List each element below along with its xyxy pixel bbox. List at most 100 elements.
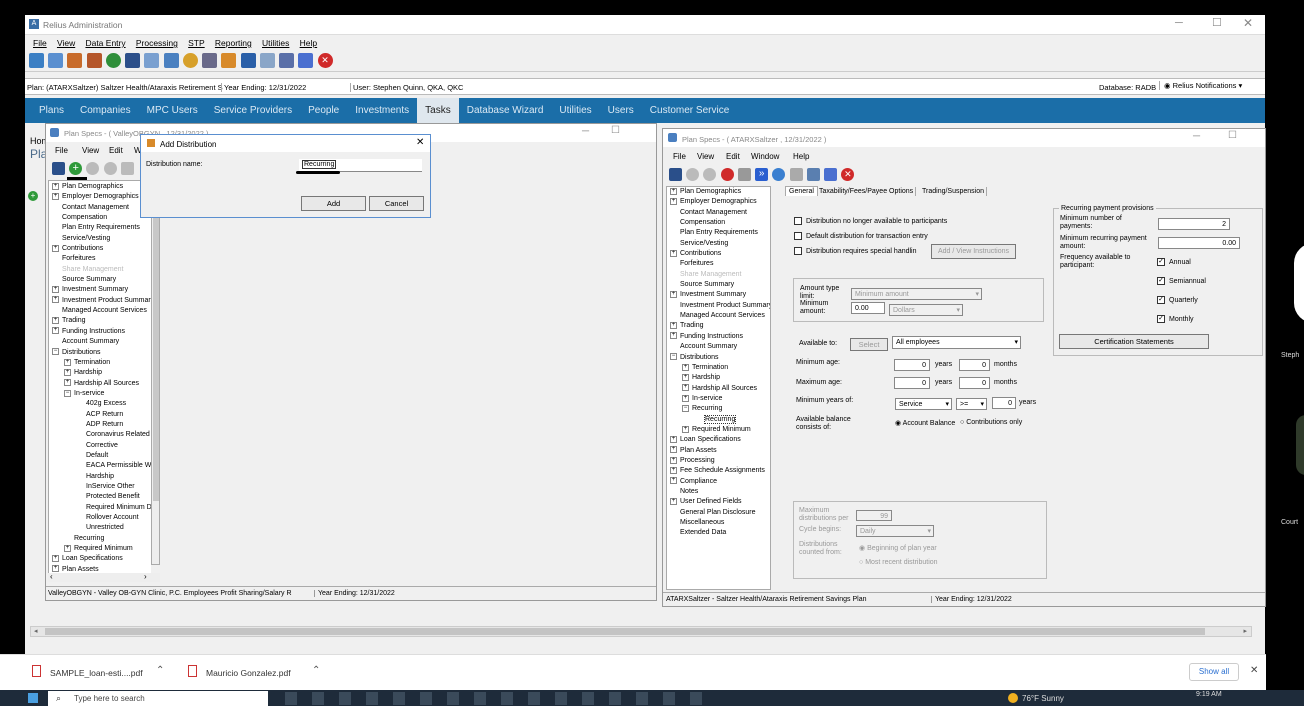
- min-age-years-input[interactable]: 0: [894, 359, 930, 371]
- pen-icon[interactable]: [824, 168, 838, 181]
- minimum-amount-input[interactable]: 0.00: [851, 302, 885, 314]
- dialog-cancel-button[interactable]: Cancel: [369, 196, 424, 211]
- left-tree-item[interactable]: + Loan Specifications: [49, 554, 151, 564]
- left-menu-edit[interactable]: Edit: [109, 146, 123, 155]
- calendar-tool-icon[interactable]: [144, 53, 160, 68]
- download-item-2[interactable]: Mauricio Gonzalez.pdf ⌃: [188, 665, 328, 681]
- expand-icon[interactable]: +: [670, 198, 677, 205]
- expand-icon[interactable]: +: [670, 187, 677, 195]
- expand-icon[interactable]: +: [670, 291, 677, 299]
- menu-stp[interactable]: STP: [188, 36, 205, 50]
- left-tree-item[interactable]: Rollover Account: [49, 513, 151, 523]
- search-tool-icon[interactable]: [29, 53, 44, 68]
- right-tree-item[interactable]: Account Summary: [667, 342, 770, 352]
- left-maximize-icon[interactable]: ☐: [611, 125, 620, 136]
- cb-special-handling-box[interactable]: [794, 247, 802, 255]
- add-icon[interactable]: +: [69, 162, 83, 175]
- globe-icon[interactable]: [772, 168, 786, 181]
- right-menu-help[interactable]: Help: [793, 152, 809, 161]
- nav-investments[interactable]: Investments: [347, 98, 417, 123]
- right-tree-item[interactable]: Compensation: [667, 218, 770, 228]
- nav-people[interactable]: People: [300, 98, 347, 123]
- left-tree-item[interactable]: + Funding Instructions: [49, 327, 151, 337]
- left-tree-item[interactable]: 402g Excess: [49, 399, 151, 409]
- certification-statements-button[interactable]: Certification Statements: [1059, 334, 1209, 349]
- expand-icon[interactable]: +: [64, 368, 71, 376]
- left-tree-item[interactable]: + Investment Summary: [49, 285, 151, 295]
- dialog-close-icon[interactable]: ✕: [416, 137, 424, 148]
- amount-type-select[interactable]: Minimum amount ▾: [851, 288, 982, 300]
- freq-annual[interactable]: ✓ Annual: [1157, 258, 1191, 266]
- expand-icon[interactable]: +: [52, 296, 59, 304]
- collapse-icon[interactable]: −: [64, 389, 71, 397]
- menu-utilities[interactable]: Utilities: [262, 36, 289, 50]
- right-back-icon[interactable]: [703, 168, 717, 181]
- tab-general[interactable]: General: [785, 186, 818, 196]
- min-years-op-select[interactable]: >= ▾: [956, 398, 987, 410]
- right-tree-item[interactable]: + Funding Instructions: [667, 332, 770, 342]
- right-remove-icon[interactable]: [720, 168, 734, 181]
- freq-monthly[interactable]: ✓ Monthly: [1157, 315, 1194, 323]
- collapse-icon[interactable]: −: [52, 348, 59, 356]
- tools-tool-icon[interactable]: [202, 53, 218, 68]
- taskbar-app-icons[interactable]: [285, 692, 715, 705]
- left-minimize-icon[interactable]: ─: [582, 126, 589, 137]
- min-age-months-input[interactable]: 0: [959, 359, 990, 371]
- right-tree-item[interactable]: Share Management: [667, 270, 770, 280]
- left-tree-item[interactable]: Service/Vesting: [49, 234, 151, 244]
- left-tree-item[interactable]: Corrective: [49, 441, 151, 451]
- menu-help[interactable]: Help: [300, 36, 317, 50]
- download-chevron-2[interactable]: ⌃: [312, 665, 320, 676]
- left-tree-item[interactable]: + Trading: [49, 316, 151, 326]
- select-button[interactable]: Select: [850, 338, 888, 351]
- right-tree-item[interactable]: + Processing: [667, 456, 770, 466]
- right-tree-item[interactable]: Source Summary: [667, 280, 770, 290]
- nav-database-wizard[interactable]: Database Wizard: [459, 98, 552, 123]
- expand-icon[interactable]: +: [52, 244, 59, 252]
- expand-icon[interactable]: +: [670, 332, 677, 340]
- left-tree-item[interactable]: + Investment Product Summary: [49, 296, 151, 306]
- left-tree-item[interactable]: Default: [49, 451, 151, 461]
- expand-icon[interactable]: +: [52, 317, 59, 325]
- left-tree-item[interactable]: ACP Return: [49, 410, 151, 420]
- left-tree-item[interactable]: + Plan Demographics: [49, 182, 151, 192]
- right-tree-item[interactable]: Investment Product Summary: [667, 301, 770, 311]
- right-tree-item[interactable]: + Compliance: [667, 477, 770, 487]
- menu-processing[interactable]: Processing: [136, 36, 178, 50]
- chart-tool-icon[interactable]: [182, 53, 198, 68]
- expand-icon[interactable]: +: [682, 425, 689, 433]
- expand-icon[interactable]: +: [52, 193, 59, 200]
- delete-icon[interactable]: [120, 162, 134, 175]
- min-years-type-select[interactable]: Service ▾: [895, 398, 952, 410]
- right-minimize-icon[interactable]: ─: [1193, 131, 1200, 142]
- download-chevron-1[interactable]: ⌃: [156, 665, 164, 676]
- right-tree-item[interactable]: + Employer Demographics: [667, 197, 770, 207]
- right-tree-item[interactable]: Forfeitures: [667, 259, 770, 269]
- left-tree-item[interactable]: Compensation: [49, 213, 151, 223]
- monitor-tool-icon[interactable]: [163, 53, 179, 68]
- freq-annual-box[interactable]: ✓: [1157, 258, 1165, 266]
- left-tree-scrollbar[interactable]: [151, 180, 160, 565]
- pen-tool-icon[interactable]: [298, 53, 314, 68]
- dialog-add-button[interactable]: Add: [301, 196, 366, 211]
- bottom-scrollbar[interactable]: ◂ ▸: [30, 626, 1252, 637]
- left-tree-item[interactable]: − In-service: [49, 389, 151, 399]
- cycle-select[interactable]: Daily ▾: [856, 525, 934, 537]
- users-icon[interactable]: [806, 168, 820, 181]
- expand-icon[interactable]: +: [52, 327, 59, 335]
- forward-icon[interactable]: »: [755, 168, 769, 181]
- freq-semiannual-box[interactable]: ✓: [1157, 277, 1165, 285]
- database-tool-icon[interactable]: [240, 53, 256, 68]
- available-to-select[interactable]: All employees ▾: [892, 336, 1021, 349]
- right-menu-edit[interactable]: Edit: [726, 152, 740, 161]
- menu-data-entry[interactable]: Data Entry: [85, 36, 125, 50]
- expand-icon[interactable]: +: [670, 477, 677, 485]
- expand-icon[interactable]: +: [670, 497, 677, 505]
- right-tree-item[interactable]: + Plan Assets: [667, 446, 770, 456]
- collapse-icon[interactable]: −: [682, 404, 689, 412]
- nav-plans[interactable]: Plans: [31, 98, 72, 123]
- expand-icon[interactable]: +: [670, 456, 677, 464]
- right-menu-view[interactable]: View: [697, 152, 714, 161]
- expand-icon[interactable]: +: [670, 435, 677, 443]
- right-tree-item[interactable]: + Hardship All Sources: [667, 384, 770, 394]
